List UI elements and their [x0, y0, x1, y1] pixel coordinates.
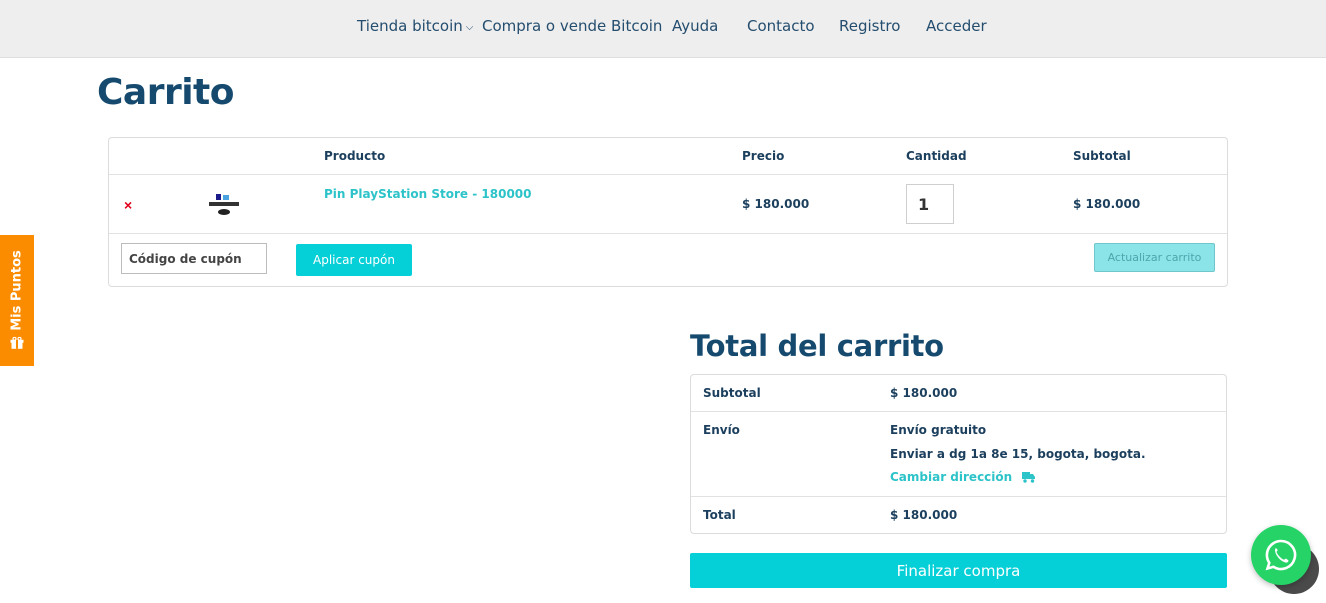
- divider: [109, 233, 1227, 234]
- quantity-input[interactable]: [906, 184, 954, 224]
- total-value: $ 180.000: [890, 508, 958, 522]
- subtotal-value: $ 180.000: [890, 386, 958, 400]
- top-navigation: Tienda bitcoin ⌵ Compra o vende Bitcoin A…: [0, 0, 1326, 58]
- product-link[interactable]: Pin PlayStation Store - 180000: [324, 187, 532, 201]
- shipping-method: Envío gratuito: [890, 423, 987, 437]
- nav-item-contacto[interactable]: Contacto: [747, 17, 815, 35]
- apply-coupon-button[interactable]: Aplicar cupón: [296, 244, 412, 276]
- shipping-address: Enviar a dg 1a 8e 15, bogota, bogota.: [890, 447, 1146, 461]
- column-header-subtotal: Subtotal: [1073, 149, 1131, 163]
- divider: [109, 174, 1227, 175]
- total-label: Total: [703, 508, 736, 522]
- cart-totals-table: Subtotal $ 180.000 Envío Envío gratuito …: [690, 374, 1227, 534]
- checkout-button[interactable]: Finalizar compra: [690, 553, 1227, 588]
- nav-item-acceder[interactable]: Acceder: [926, 17, 987, 35]
- page-title: Carrito: [97, 72, 235, 113]
- column-header-quantity: Cantidad: [906, 149, 967, 163]
- divider: [691, 411, 1226, 412]
- column-header-product: Producto: [324, 149, 386, 163]
- nav-item-ayuda[interactable]: Ayuda: [672, 17, 718, 35]
- nav-item-label: Tienda bitcoin: [357, 17, 463, 35]
- cart-totals-title: Total del carrito: [690, 329, 944, 363]
- nav-item-registro[interactable]: Registro: [839, 17, 900, 35]
- change-address-link[interactable]: Cambiar dirección: [890, 470, 1036, 484]
- nav-item-compra-vende[interactable]: Compra o vende Bitcoin: [482, 17, 662, 35]
- shipping-label: Envío: [703, 423, 740, 437]
- mis-puntos-content: Mis Puntos: [10, 250, 25, 350]
- mis-puntos-label: Mis Puntos: [9, 250, 25, 331]
- playstation-logo-icon: [209, 194, 239, 215]
- chevron-down-icon: ⌵: [465, 22, 474, 33]
- coupon-code-input[interactable]: [121, 243, 267, 274]
- whatsapp-button[interactable]: [1251, 525, 1311, 585]
- subtotal-label: Subtotal: [703, 386, 761, 400]
- remove-item-button[interactable]: ×: [124, 197, 132, 213]
- column-header-price: Precio: [742, 149, 785, 163]
- truck-icon: [1022, 472, 1036, 483]
- gift-icon: [10, 336, 24, 349]
- cart-table: Producto Precio Cantidad Subtotal × Pin …: [108, 137, 1228, 287]
- item-subtotal: $ 180.000: [1073, 197, 1141, 211]
- nav-item-tienda-bitcoin[interactable]: Tienda bitcoin ⌵: [357, 17, 473, 35]
- divider: [691, 496, 1226, 497]
- update-cart-button[interactable]: Actualizar carrito: [1094, 243, 1215, 272]
- mis-puntos-tab[interactable]: Mis Puntos: [0, 235, 34, 366]
- change-address-label: Cambiar dirección: [890, 470, 1013, 484]
- item-price: $ 180.000: [742, 197, 810, 211]
- whatsapp-icon: [1265, 539, 1297, 571]
